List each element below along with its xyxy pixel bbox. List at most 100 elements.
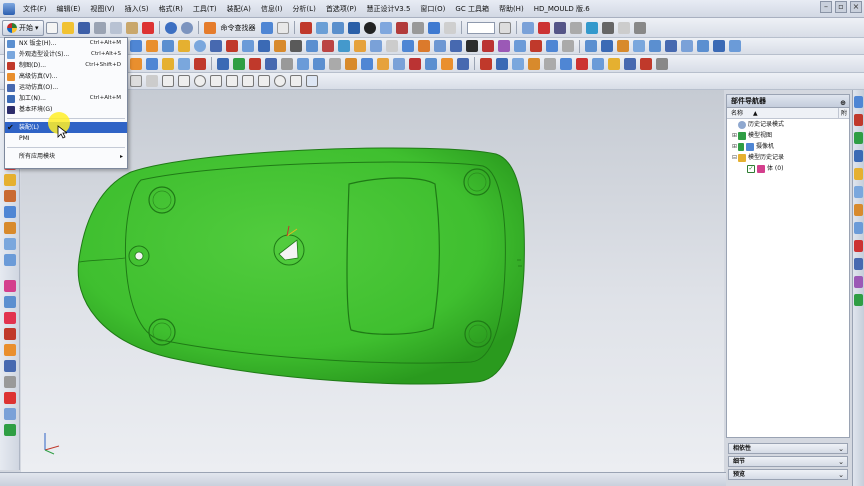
surface-icon[interactable] (130, 57, 142, 70)
shade-icon[interactable] (379, 21, 392, 34)
command-finder-label[interactable]: 命令查找器 (221, 23, 256, 33)
clearance-icon[interactable] (640, 57, 652, 70)
sketch-icon[interactable] (315, 21, 328, 34)
tool-icon[interactable] (3, 206, 16, 218)
frame-icon[interactable] (3, 376, 16, 388)
column-name[interactable]: 名称 ▲ (727, 108, 839, 118)
snap-endpoint-icon[interactable] (162, 75, 174, 87)
undo-icon[interactable] (164, 21, 177, 34)
pattern-icon[interactable] (466, 40, 478, 52)
tube-icon[interactable] (530, 40, 542, 52)
text-curve-icon[interactable] (297, 57, 309, 70)
expand-icon[interactable]: ⊞ (731, 141, 738, 152)
split-body-icon[interactable] (434, 40, 446, 52)
menu-view[interactable]: 视图(V) (85, 0, 119, 18)
menu-item-drafting[interactable]: 制图(D)... Ctrl+Shift+D (5, 60, 127, 71)
show-icon[interactable] (633, 21, 646, 34)
revolve-icon[interactable] (347, 21, 360, 34)
redo-icon[interactable] (180, 21, 193, 34)
view-style-dropdown[interactable] (466, 21, 495, 34)
display-mode-icon[interactable] (498, 21, 511, 34)
menu-edit[interactable]: 编辑(E) (52, 0, 86, 18)
shell-icon[interactable] (386, 40, 398, 52)
thickness-icon[interactable] (560, 57, 572, 70)
menu-insert[interactable]: 插入(S) (120, 0, 154, 18)
tree-item-cameras[interactable]: ⊞ 摄像机 (727, 141, 849, 152)
grid-icon[interactable] (3, 360, 16, 372)
green-icon[interactable] (3, 424, 16, 436)
preview-panel-header[interactable]: 预览 ⌄ (728, 469, 848, 480)
curve-icon[interactable] (217, 57, 229, 70)
sync-paste-icon[interactable] (681, 40, 693, 52)
arc-icon[interactable] (249, 57, 261, 70)
sphere-icon[interactable] (194, 40, 206, 52)
snap-center-icon[interactable] (194, 75, 206, 87)
slot-icon[interactable] (274, 40, 286, 52)
project-curve-icon[interactable] (313, 57, 325, 70)
sync-delete-icon[interactable] (649, 40, 661, 52)
menu-item-advanced-simulation[interactable]: 高级仿真(V)... (5, 71, 127, 82)
checkbox-checked-icon[interactable]: ✓ (747, 164, 755, 173)
pad-icon[interactable] (258, 40, 270, 52)
web-browser-tab-icon[interactable] (854, 150, 863, 162)
start-button[interactable]: 开始 ▾ (2, 19, 44, 36)
history-tab-icon[interactable] (854, 168, 863, 180)
gear-icon[interactable] (3, 222, 16, 234)
wrench-icon[interactable] (3, 238, 16, 250)
orient-icon[interactable] (427, 21, 440, 34)
snap-arc-center-icon[interactable] (274, 75, 286, 87)
trim-curve-icon[interactable] (393, 57, 405, 70)
hd3d-tab-icon[interactable] (854, 294, 863, 306)
assembly-navigator-tab-icon[interactable] (854, 114, 863, 126)
hole-icon[interactable] (210, 40, 222, 52)
layers-icon[interactable] (3, 296, 16, 308)
system-scenes-tab-icon[interactable] (854, 258, 863, 270)
mirror-icon[interactable] (450, 40, 462, 52)
zoom-icon[interactable] (443, 21, 456, 34)
snap-grid-icon[interactable] (299, 21, 312, 34)
combined-curve-icon[interactable] (441, 57, 453, 70)
delete-icon[interactable] (141, 21, 154, 34)
menu-hd-mould[interactable]: HD_MOULD 版.6 (529, 0, 595, 18)
layer-icon[interactable] (521, 21, 534, 34)
sync-offset-icon[interactable] (697, 40, 709, 52)
close-button[interactable]: × (850, 1, 862, 13)
collapse-icon[interactable]: ⊟ (731, 152, 738, 163)
thicken-icon[interactable] (498, 40, 510, 52)
tree-item-body[interactable]: ✓ 体 (0) (727, 163, 849, 174)
menu-tools[interactable]: 工具(T) (188, 0, 222, 18)
draft-icon[interactable] (402, 40, 414, 52)
eraser-icon[interactable] (3, 174, 16, 186)
reflection-icon[interactable] (528, 57, 540, 70)
section-icon[interactable] (601, 21, 614, 34)
system-materials-tab-icon[interactable] (854, 186, 863, 198)
snap-on-curve-icon[interactable] (242, 75, 254, 87)
helix-icon[interactable] (281, 57, 293, 70)
menu-item-all-applications[interactable]: 所有应用模块 ▸ (5, 151, 127, 162)
wrap-curve-icon[interactable] (457, 57, 469, 70)
menu-preferences[interactable]: 首选项(P) (321, 0, 362, 18)
line-icon[interactable] (233, 57, 245, 70)
restore-button[interactable]: ▫ (835, 1, 847, 13)
menu-file[interactable]: 文件(F) (18, 0, 52, 18)
intersect-curve-icon[interactable] (329, 57, 341, 70)
details-panel-header[interactable]: 细节 ⌄ (728, 456, 848, 467)
intersect-icon[interactable] (338, 40, 350, 52)
offset-face-icon[interactable] (482, 40, 494, 52)
offset-curve-icon[interactable] (345, 57, 357, 70)
manufacturing-wizard-tab-icon[interactable] (854, 222, 863, 234)
view-triad[interactable] (40, 430, 62, 456)
tree-item-model-history[interactable]: ⊟ 模型历史记录 (727, 152, 849, 163)
bridge-curve-icon[interactable] (361, 57, 373, 70)
divide-curve-icon[interactable] (409, 57, 421, 70)
menu-item-manufacturing[interactable]: 加工(N)... Ctrl+Alt+M (5, 93, 127, 104)
part-icon[interactable] (3, 392, 16, 404)
light-icon[interactable] (411, 21, 424, 34)
snap-point-icon[interactable] (290, 75, 302, 87)
wcs-icon[interactable] (537, 21, 550, 34)
swoop-icon[interactable] (178, 57, 190, 70)
through-curves-icon[interactable] (146, 57, 158, 70)
sync-replace-icon[interactable] (617, 40, 629, 52)
command-finder-icon[interactable] (203, 21, 216, 34)
reuse-library-tab-icon[interactable] (854, 132, 863, 144)
